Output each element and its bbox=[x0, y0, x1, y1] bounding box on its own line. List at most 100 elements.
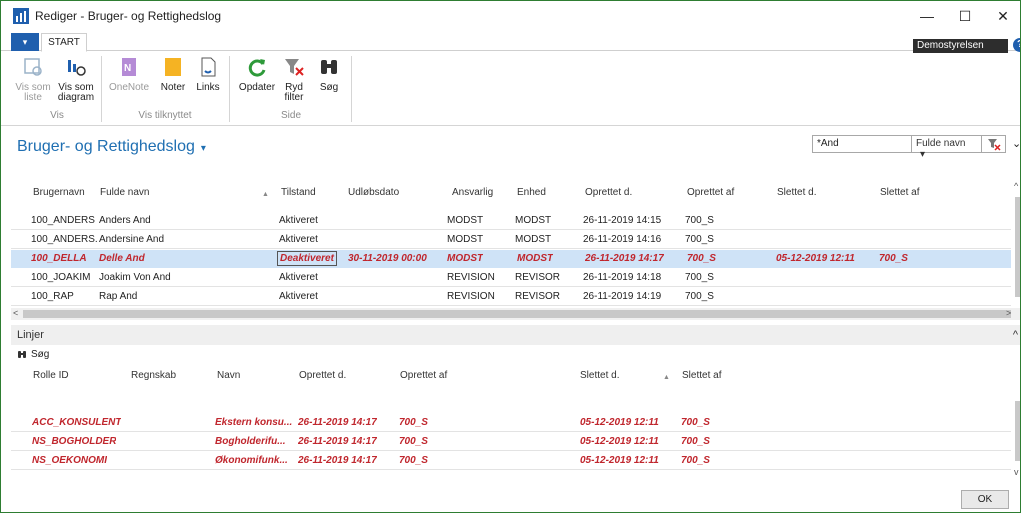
table-row[interactable]: 100_ANDERS... Andersine And Aktiveret MO… bbox=[11, 231, 1011, 249]
group-label-vis-tilknyttet: Vis tilknyttet bbox=[138, 110, 192, 121]
cell-tilstand: Aktiveret bbox=[279, 291, 318, 302]
cell-oprettet-d: 26-11-2019 14:18 bbox=[583, 272, 662, 283]
col-header-regnskab[interactable]: Regnskab bbox=[131, 370, 176, 381]
col-header-slettet-af[interactable]: Slettet af bbox=[880, 187, 919, 198]
sort-asc-icon: ▲ bbox=[663, 374, 670, 381]
col-header-fulde-navn[interactable]: Fulde navn bbox=[100, 187, 149, 198]
col-header-rolle-id[interactable]: Rolle ID bbox=[33, 370, 69, 381]
clear-filter-button[interactable] bbox=[982, 135, 1006, 153]
cell-enhed: MODST bbox=[517, 253, 554, 264]
group-separator bbox=[229, 56, 230, 122]
app-menu-button[interactable]: ▾ bbox=[11, 33, 39, 51]
noter-button[interactable]: Noter bbox=[159, 54, 187, 93]
vis-som-liste-button[interactable]: Vis som liste bbox=[15, 54, 51, 103]
cell-fulde-navn: Delle And bbox=[99, 253, 145, 264]
vis-som-diagram-button[interactable]: Vis som diagram bbox=[56, 54, 96, 103]
filter-field-select[interactable]: Fulde navn ▾ bbox=[912, 135, 982, 160]
col-header-slettet-af[interactable]: Slettet af bbox=[682, 370, 721, 381]
main-table-horizontal-scrollbar[interactable] bbox=[11, 308, 1020, 320]
table-row[interactable]: 100_JOAKIM Joakim Von And Aktiveret REVI… bbox=[11, 269, 1011, 287]
svg-text:N: N bbox=[124, 63, 131, 74]
scroll-up-arrow[interactable]: ^ bbox=[1014, 181, 1018, 191]
cell-rolle-id: ACC_KONSULENT bbox=[32, 417, 122, 428]
cell-navn: Ekstern konsu... bbox=[215, 417, 293, 428]
col-header-slettet-d[interactable]: Slettet d. bbox=[580, 370, 619, 381]
cell-slettet-af: 700_S bbox=[681, 436, 710, 447]
ok-button[interactable]: OK bbox=[961, 490, 1009, 509]
cell-tilstand[interactable]: Deaktiveret bbox=[277, 251, 337, 266]
cell-ansvarlig: REVISION bbox=[447, 291, 495, 302]
list-item[interactable]: ACC_KONSULENT Ekstern konsu... 26-11-201… bbox=[11, 414, 1011, 432]
cell-tilstand: Aktiveret bbox=[279, 234, 318, 245]
cell-oprettet-af: 700_S bbox=[399, 455, 428, 466]
links-icon bbox=[195, 54, 221, 80]
maximize-button[interactable]: ☐ bbox=[946, 1, 984, 31]
col-header-tilstand[interactable]: Tilstand bbox=[281, 187, 316, 198]
list-item[interactable]: NS_OEKONOMI Økonomifunk... 26-11-2019 14… bbox=[11, 452, 1011, 470]
cell-ansvarlig: MODST bbox=[447, 215, 484, 226]
ribbon: Vis som liste Vis som diagram N OneNote … bbox=[1, 52, 1020, 126]
onenote-icon: N bbox=[116, 54, 142, 80]
scroll-right-arrow[interactable]: > bbox=[1006, 308, 1011, 318]
collapse-icon[interactable]: ⌄ bbox=[1012, 137, 1020, 150]
page-title-text: Bruger- og Rettighedslog bbox=[17, 138, 195, 155]
cell-oprettet-d: 26-11-2019 14:17 bbox=[585, 253, 664, 264]
soeg-label: Søg bbox=[319, 82, 339, 93]
linjer-search-button[interactable]: Søg bbox=[16, 349, 49, 360]
main-table-vertical-scrollbar[interactable] bbox=[1015, 197, 1020, 297]
col-header-oprettet-af[interactable]: Oprettet af bbox=[400, 370, 447, 381]
links-button[interactable]: Links bbox=[195, 54, 221, 93]
col-header-enhed[interactable]: Enhed bbox=[517, 187, 546, 198]
close-button[interactable]: ✕ bbox=[984, 1, 1020, 31]
col-header-oprettet-d[interactable]: Oprettet d. bbox=[585, 187, 632, 198]
col-header-ansvarlig[interactable]: Ansvarlig bbox=[452, 187, 493, 198]
collapse-icon[interactable]: ^ bbox=[1013, 329, 1018, 341]
help-icon[interactable]: ? bbox=[1013, 38, 1020, 52]
cell-oprettet-d: 26-11-2019 14:16 bbox=[583, 234, 662, 245]
cell-oprettet-af: 700_S bbox=[399, 417, 428, 428]
onenote-button[interactable]: N OneNote bbox=[109, 54, 149, 93]
table-row[interactable]: 100_ANDERS Anders And Aktiveret MODST MO… bbox=[11, 212, 1011, 230]
col-header-oprettet-d[interactable]: Oprettet d. bbox=[299, 370, 346, 381]
col-header-brugernavn[interactable]: Brugernavn bbox=[33, 187, 85, 198]
cell-slettet-d: 05-12-2019 12:11 bbox=[580, 436, 659, 447]
col-header-navn[interactable]: Navn bbox=[217, 370, 240, 381]
onenote-label: OneNote bbox=[108, 82, 150, 93]
ribbon-tab-row: ▾ START bbox=[1, 31, 1020, 52]
group-label-side: Side bbox=[280, 110, 301, 121]
cell-oprettet-af: 700_S bbox=[685, 272, 714, 283]
table-row-selected[interactable]: 100_DELLA Delle And Deaktiveret 30-11-20… bbox=[11, 250, 1011, 268]
col-header-udloebsdato[interactable]: Udløbsdato bbox=[348, 187, 399, 198]
cell-slettet-d: 05-12-2019 12:11 bbox=[580, 455, 659, 466]
cell-oprettet-af: 700_S bbox=[685, 215, 714, 226]
filter-input[interactable]: *And bbox=[812, 135, 912, 153]
minimize-button[interactable]: — bbox=[908, 1, 946, 31]
scrollbar-thumb[interactable] bbox=[23, 310, 1011, 318]
scroll-left-arrow[interactable]: < bbox=[13, 308, 18, 318]
linjer-section-header[interactable]: Linjer ^ bbox=[11, 325, 1020, 345]
linjer-vertical-scrollbar[interactable] bbox=[1015, 401, 1020, 461]
ryd-filter-button[interactable]: Ryd filter bbox=[281, 54, 307, 103]
list-item[interactable]: NS_BOGHOLDER Bogholderifu... 26-11-2019 … bbox=[11, 433, 1011, 451]
cell-fulde-navn: Joakim Von And bbox=[99, 272, 171, 283]
sort-asc-icon: ▲ bbox=[262, 191, 269, 198]
scroll-down-arrow[interactable]: v bbox=[1014, 467, 1019, 477]
cell-udloebsdato: 30-11-2019 00:00 bbox=[348, 253, 427, 264]
refresh-icon bbox=[244, 54, 270, 80]
cell-oprettet-af: 700_S bbox=[399, 436, 428, 447]
cell-tilstand: Aktiveret bbox=[279, 215, 318, 226]
tab-start[interactable]: START bbox=[41, 33, 87, 52]
page-title[interactable]: Bruger- og Rettighedslog ▾ bbox=[17, 138, 206, 156]
chevron-down-icon: ▾ bbox=[920, 149, 926, 160]
filter-field-label: Fulde navn bbox=[916, 138, 966, 149]
cell-slettet-af: 700_S bbox=[681, 417, 710, 428]
col-header-oprettet-af[interactable]: Oprettet af bbox=[687, 187, 734, 198]
cell-enhed: REVISOR bbox=[515, 291, 561, 302]
cell-oprettet-af: 700_S bbox=[687, 253, 716, 264]
cell-oprettet-d: 26-11-2019 14:15 bbox=[583, 215, 662, 226]
cell-oprettet-d: 26-11-2019 14:17 bbox=[298, 436, 377, 447]
col-header-slettet-d[interactable]: Slettet d. bbox=[777, 187, 816, 198]
soeg-button[interactable]: Søg bbox=[317, 54, 341, 93]
opdater-button[interactable]: Opdater bbox=[237, 54, 277, 93]
table-row[interactable]: 100_RAP Rap And Aktiveret REVISION REVIS… bbox=[11, 288, 1011, 306]
